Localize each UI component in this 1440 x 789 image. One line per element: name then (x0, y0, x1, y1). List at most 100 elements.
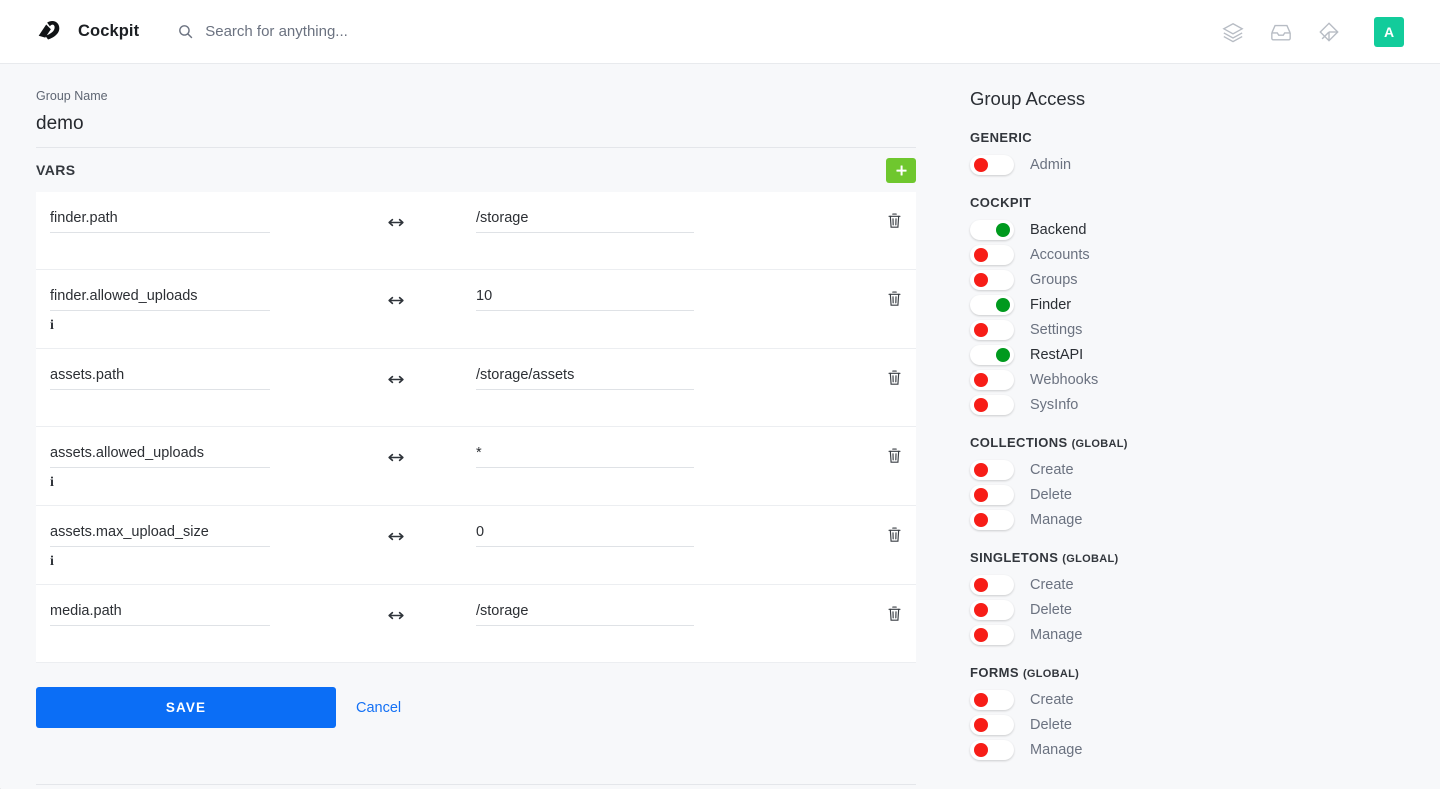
toggle-knob (974, 602, 988, 617)
info-icon[interactable]: i (50, 554, 316, 570)
top-navigation-bar: Cockpit Search for anything... A (0, 0, 1440, 64)
permission-toggle[interactable] (970, 244, 1014, 265)
permission-toggle[interactable] (970, 269, 1014, 290)
var-key-input[interactable] (50, 441, 270, 468)
permission-toggle[interactable] (970, 319, 1014, 340)
permission-row: Delete (970, 482, 1440, 507)
permission-toggle[interactable] (970, 509, 1014, 530)
access-group-heading: GENERIC (970, 130, 1440, 145)
var-value-cell (476, 363, 856, 390)
var-row (36, 349, 916, 427)
permission-row: Create (970, 457, 1440, 482)
var-key-input[interactable] (50, 599, 270, 626)
toggle-knob (974, 487, 988, 502)
row-spacer (50, 626, 316, 648)
var-key-input[interactable] (50, 363, 270, 390)
access-group-scope: (GLOBAL) (1062, 553, 1119, 565)
permission-toggle[interactable] (970, 294, 1014, 315)
var-value-input[interactable] (476, 206, 694, 233)
access-group-name: SINGLETONS (970, 550, 1059, 565)
trash-icon[interactable] (856, 520, 916, 543)
permission-row: Backend (970, 217, 1440, 242)
permission-toggle[interactable] (970, 344, 1014, 365)
diamond-icon[interactable] (1318, 21, 1340, 43)
info-icon[interactable]: i (50, 475, 316, 491)
var-key-input[interactable] (50, 520, 270, 547)
info-icon[interactable]: i (50, 318, 316, 334)
permission-toggle[interactable] (970, 154, 1014, 175)
permission-label: Backend (1030, 221, 1087, 238)
cancel-button[interactable]: Cancel (356, 700, 401, 716)
page-body: Group Name demo VARS i i i SAVE Cancel (0, 64, 1440, 789)
search-icon (177, 23, 194, 40)
permission-toggle[interactable] (970, 394, 1014, 415)
trash-icon[interactable] (856, 363, 916, 386)
toggle-knob (974, 512, 988, 527)
var-key-cell (36, 363, 316, 412)
inbox-icon[interactable] (1270, 21, 1292, 43)
permission-toggle[interactable] (970, 369, 1014, 390)
permission-label: Manage (1030, 741, 1083, 758)
left-right-arrow-icon (316, 206, 476, 228)
add-var-button[interactable] (886, 157, 916, 183)
trash-icon[interactable] (856, 284, 916, 307)
form-actions: SAVE Cancel (36, 687, 916, 728)
var-value-cell (476, 599, 856, 626)
var-key-cell (36, 599, 316, 648)
permission-row: Finder (970, 292, 1440, 317)
access-group-name: COCKPIT (970, 195, 1032, 210)
toggle-knob (974, 577, 988, 592)
permission-toggle[interactable] (970, 219, 1014, 240)
permission-row: Create (970, 687, 1440, 712)
toggle-knob (996, 297, 1010, 312)
permission-label: Create (1030, 691, 1074, 708)
topbar-icon-group: A (1222, 16, 1404, 47)
brand[interactable]: Cockpit (34, 17, 139, 47)
access-group-scope: (GLOBAL) (1071, 438, 1128, 450)
toggle-knob (974, 627, 988, 642)
var-value-input[interactable] (476, 363, 694, 390)
var-value-cell (476, 284, 856, 311)
var-key-input[interactable] (50, 284, 270, 311)
permission-toggle[interactable] (970, 574, 1014, 595)
toggle-knob (996, 222, 1010, 237)
group-name-label: Group Name (36, 89, 108, 103)
save-button[interactable]: SAVE (36, 687, 336, 728)
avatar[interactable]: A (1374, 16, 1404, 47)
var-value-input[interactable] (476, 284, 694, 311)
var-value-input[interactable] (476, 441, 694, 468)
var-key-cell: i (36, 520, 316, 570)
toggle-knob (974, 372, 988, 387)
brand-name: Cockpit (78, 22, 140, 40)
toggle-knob (996, 347, 1010, 362)
row-spacer (50, 390, 316, 412)
trash-icon[interactable] (856, 599, 916, 622)
permission-toggle[interactable] (970, 714, 1014, 735)
layers-icon[interactable] (1222, 21, 1244, 43)
permission-label: Accounts (1030, 246, 1090, 263)
permission-row: Manage (970, 507, 1440, 532)
app-root: Cockpit Search for anything... A Group N… (0, 0, 1440, 789)
permission-toggle[interactable] (970, 484, 1014, 505)
permission-toggle[interactable] (970, 459, 1014, 480)
permission-label: SysInfo (1030, 396, 1079, 413)
trash-icon[interactable] (856, 206, 916, 229)
search-box[interactable] (177, 23, 626, 40)
permission-label: Delete (1030, 716, 1072, 733)
group-name-value[interactable]: demo (36, 113, 952, 135)
access-group-heading: SINGLETONS (GLOBAL) (970, 550, 1440, 565)
search-input[interactable] (205, 23, 626, 40)
left-right-arrow-icon (316, 520, 476, 542)
var-value-input[interactable] (476, 599, 694, 626)
var-key-cell: i (36, 441, 316, 491)
permission-toggle[interactable] (970, 624, 1014, 645)
var-key-input[interactable] (50, 206, 270, 233)
left-right-arrow-icon (316, 599, 476, 621)
trash-icon[interactable] (856, 441, 916, 464)
var-value-input[interactable] (476, 520, 694, 547)
access-group-heading: COCKPIT (970, 195, 1440, 210)
permission-toggle[interactable] (970, 689, 1014, 710)
group-access-title: Group Access (970, 88, 1086, 109)
permission-toggle[interactable] (970, 599, 1014, 620)
permission-toggle[interactable] (970, 739, 1014, 760)
